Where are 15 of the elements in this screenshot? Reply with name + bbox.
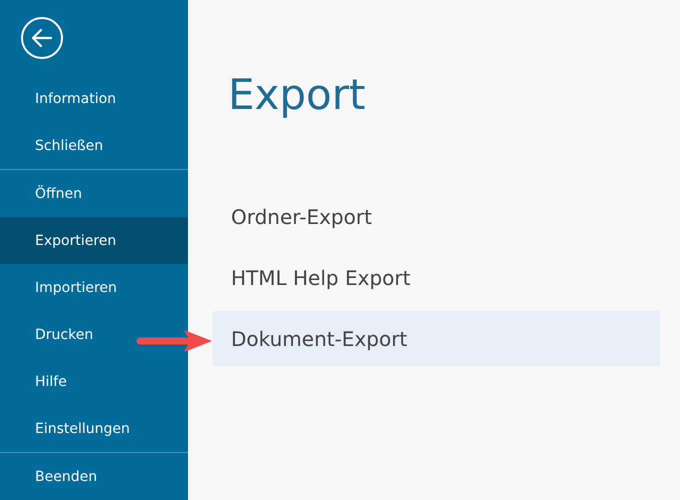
export-option[interactable]: Dokument-Export	[213, 311, 660, 366]
sidebar-item[interactable]: Öffnen	[0, 170, 188, 217]
sidebar-item[interactable]: Einstellungen	[0, 405, 188, 452]
sidebar-item[interactable]: Schließen	[0, 122, 188, 169]
export-option[interactable]: Ordner-Export	[213, 189, 660, 244]
sidebar-item[interactable]: Drucken	[0, 311, 188, 358]
page-title: Export	[227, 69, 366, 121]
sidebar-item[interactable]: Hilfe	[0, 358, 188, 405]
sidebar-item[interactable]: Information	[0, 75, 188, 122]
sidebar-item[interactable]: Importieren	[0, 264, 188, 311]
arrow-icon	[136, 329, 214, 353]
sidebar-item[interactable]: Beenden	[0, 453, 188, 500]
back-icon[interactable]	[20, 16, 64, 60]
export-option[interactable]: HTML Help Export	[213, 250, 660, 305]
sidebar-item[interactable]: Exportieren	[0, 217, 188, 264]
